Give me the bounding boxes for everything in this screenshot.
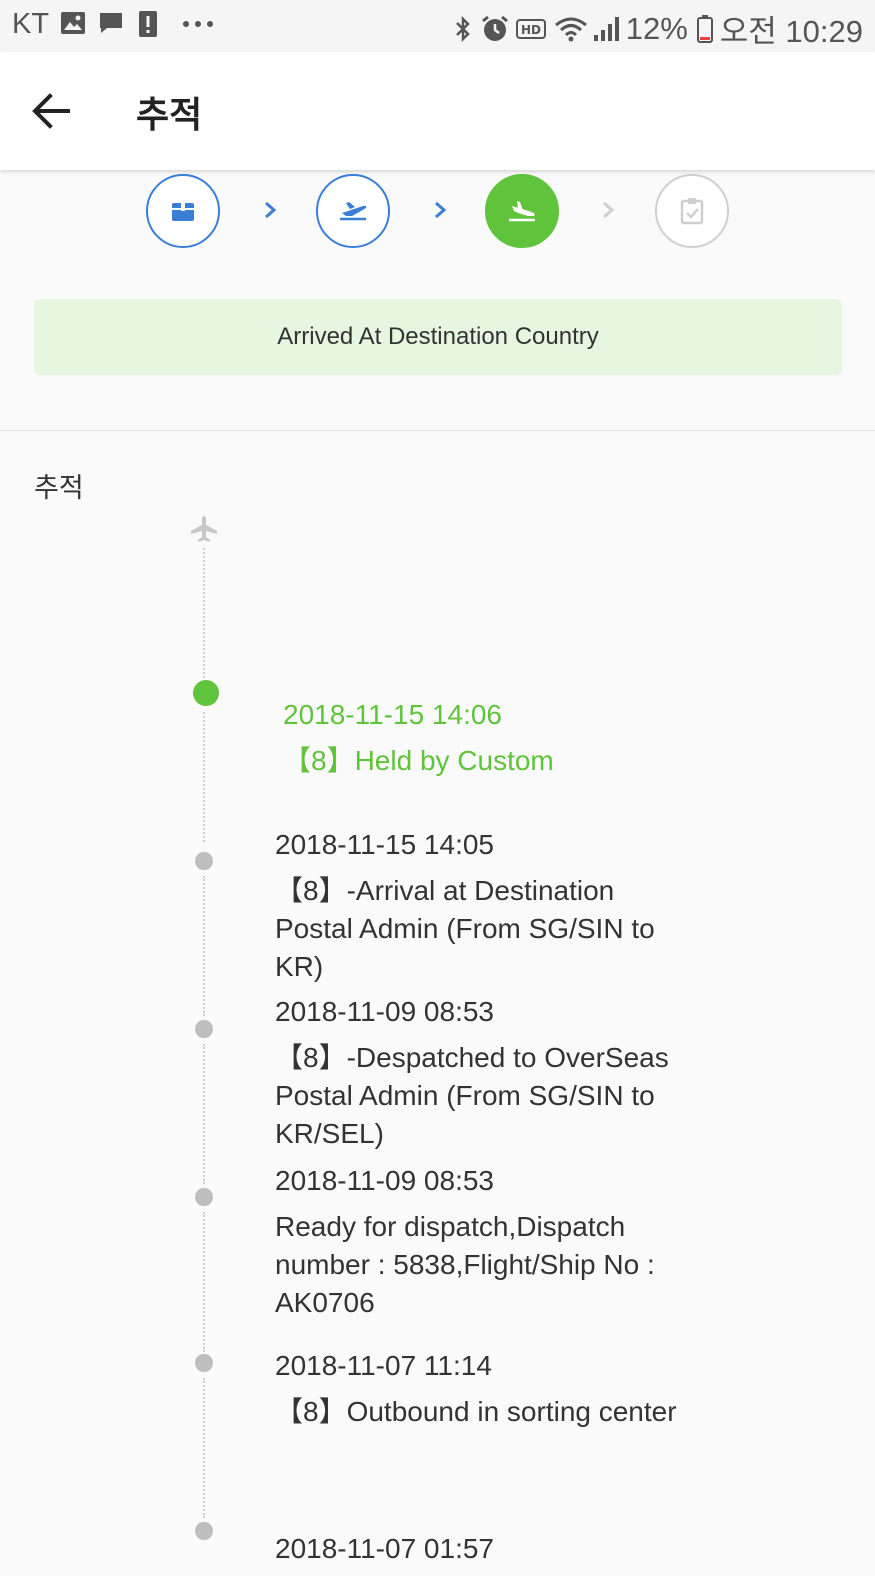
timeline-entry: 2018-11-07 11:14 【8】Outbound in sorting … [275, 1347, 695, 1431]
timeline-dot [195, 1354, 213, 1372]
plane-icon [191, 516, 217, 542]
timeline-connector [203, 1212, 205, 1352]
alarm-icon [481, 15, 508, 41]
chevron-right-icon [265, 201, 277, 219]
app-bar: 추적 [0, 52, 875, 170]
more-icon [183, 21, 213, 27]
hd-voice-icon: HD [515, 18, 546, 39]
timeline-entry: 2018-11-15 14:06 【8】Held by Custom [283, 696, 703, 780]
timeline-connector [203, 1378, 205, 1518]
section-title: 추적 [34, 473, 84, 503]
timeline-connector [203, 1044, 205, 1184]
timeline-desc: 【8】-Arrival at Destination Postal Admin … [275, 875, 655, 982]
timeline-desc: 【8】-Despatched to OverSeas Postal Admin … [275, 1042, 669, 1149]
alert-icon [139, 11, 157, 37]
timeline-desc: 【8】Held by Custom [283, 745, 554, 776]
status-right: HD 12% 오전 10:29 [454, 6, 863, 51]
timeline-desc: Ready for dispatch,Dispatch number : 583… [275, 1211, 655, 1318]
timeline-desc: 【8】Outbound in sorting center [275, 1396, 677, 1427]
timeline-time: 2018-11-07 01:57 [275, 1533, 494, 1564]
clock: 오전 10:29 [719, 14, 863, 49]
battery-icon [696, 14, 713, 43]
chevron-right-icon [435, 201, 447, 219]
timeline-entry: 2018-11-07 01:57 [275, 1530, 695, 1576]
timeline-connector [203, 876, 205, 1016]
carrier-label: KT [12, 8, 50, 40]
signal-icon [593, 16, 619, 41]
svg-text:HD: HD [521, 23, 541, 37]
timeline-time: 2018-11-15 14:06 [283, 699, 502, 730]
divider [0, 430, 875, 431]
status-bar: KT HD 12% 오전 10:29 [0, 0, 875, 52]
step-packed [146, 174, 220, 248]
image-icon [61, 12, 85, 34]
status-banner: Arrived At Destination Country [34, 299, 842, 375]
plane-landing-icon [509, 201, 535, 222]
step-arrived [485, 174, 559, 248]
back-arrow-icon[interactable] [28, 88, 74, 134]
timeline-time: 2018-11-09 08:53 [275, 996, 494, 1027]
timeline-dot [195, 1522, 213, 1540]
timeline-dot [195, 1020, 213, 1038]
timeline-connector [203, 712, 205, 842]
bluetooth-icon [455, 15, 470, 42]
clipboard-check-icon [680, 198, 704, 225]
timeline-time: 2018-11-09 08:53 [275, 1165, 494, 1196]
plane-takeoff-icon [340, 202, 367, 221]
wifi-icon [554, 17, 587, 41]
timeline-time: 2018-11-07 11:14 [275, 1350, 492, 1381]
timeline-dot [195, 1188, 213, 1206]
message-icon [100, 13, 122, 33]
timeline-connector [203, 548, 205, 678]
timeline-entry: 2018-11-09 08:53 【8】-Despatched to OverS… [275, 993, 695, 1153]
timeline-entry: 2018-11-09 08:53 Ready for dispatch,Disp… [275, 1162, 695, 1322]
package-icon [172, 203, 194, 221]
step-departed [316, 174, 390, 248]
timeline-dot [195, 852, 213, 870]
page-title: 추적 [136, 94, 203, 135]
step-delivered [655, 174, 729, 248]
timeline-entry: 2018-11-15 14:05 【8】-Arrival at Destinat… [275, 826, 695, 986]
timeline-time: 2018-11-15 14:05 [275, 829, 494, 860]
battery-percent: 12% [625, 10, 688, 46]
timeline-dot-active [193, 680, 219, 706]
chevron-right-icon [603, 201, 615, 219]
progress-stepper [0, 170, 875, 260]
